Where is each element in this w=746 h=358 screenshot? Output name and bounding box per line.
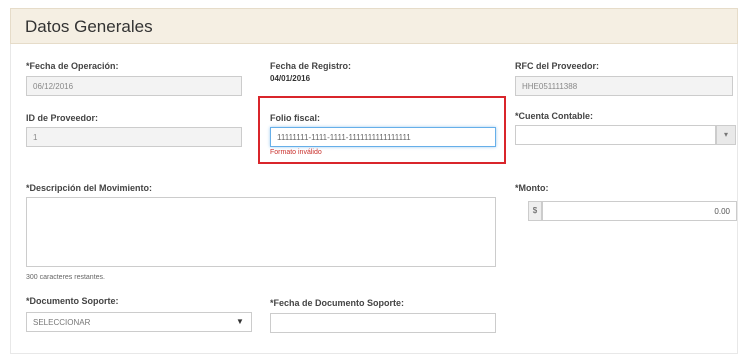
fecha-registro-value: 04/01/2016: [270, 74, 311, 83]
cuenta-contable-input[interactable]: [515, 125, 716, 145]
id-proveedor-input[interactable]: 1: [26, 127, 242, 147]
fecha-documento-input[interactable]: [270, 313, 496, 333]
monto-input[interactable]: 0.00: [542, 201, 737, 221]
panel-header: Datos Generales: [10, 8, 738, 44]
descripcion-counter: 300 caracteres restantes.: [26, 274, 105, 281]
cuenta-contable-button[interactable]: ▾: [716, 125, 736, 145]
chevron-down-icon: ▼: [236, 317, 244, 326]
chevron-down-icon: ▾: [723, 130, 728, 139]
folio-fiscal-label: Folio fiscal:: [270, 113, 321, 123]
fecha-documento-label: *Fecha de Documento Soporte:: [270, 298, 405, 308]
rfc-proveedor-label: RFC del Proveedor:: [515, 61, 600, 71]
descripcion-textarea[interactable]: [26, 197, 496, 267]
monto-label: *Monto:: [515, 183, 549, 193]
id-proveedor-label: ID de Proveedor:: [26, 113, 99, 123]
fecha-operacion-label: *Fecha de Operación:: [26, 61, 119, 71]
cuenta-contable-label: *Cuenta Contable:: [515, 111, 594, 121]
fecha-registro-label: Fecha de Registro:: [270, 61, 352, 71]
folio-fiscal-error: Formato inválido: [270, 149, 322, 156]
descripcion-label: *Descripción del Movimiento:: [26, 183, 153, 193]
folio-fiscal-input[interactable]: 11111111-1111-1111-1111111111111111: [270, 127, 496, 147]
documento-soporte-select[interactable]: SELECCIONAR: [26, 312, 252, 332]
page-title: Datos Generales: [25, 17, 153, 36]
documento-soporte-label: *Documento Soporte:: [26, 296, 119, 306]
rfc-proveedor-input[interactable]: HHE051111388: [515, 76, 733, 96]
fecha-operacion-input[interactable]: 06/12/2016: [26, 76, 242, 96]
currency-addon: $: [528, 201, 542, 221]
